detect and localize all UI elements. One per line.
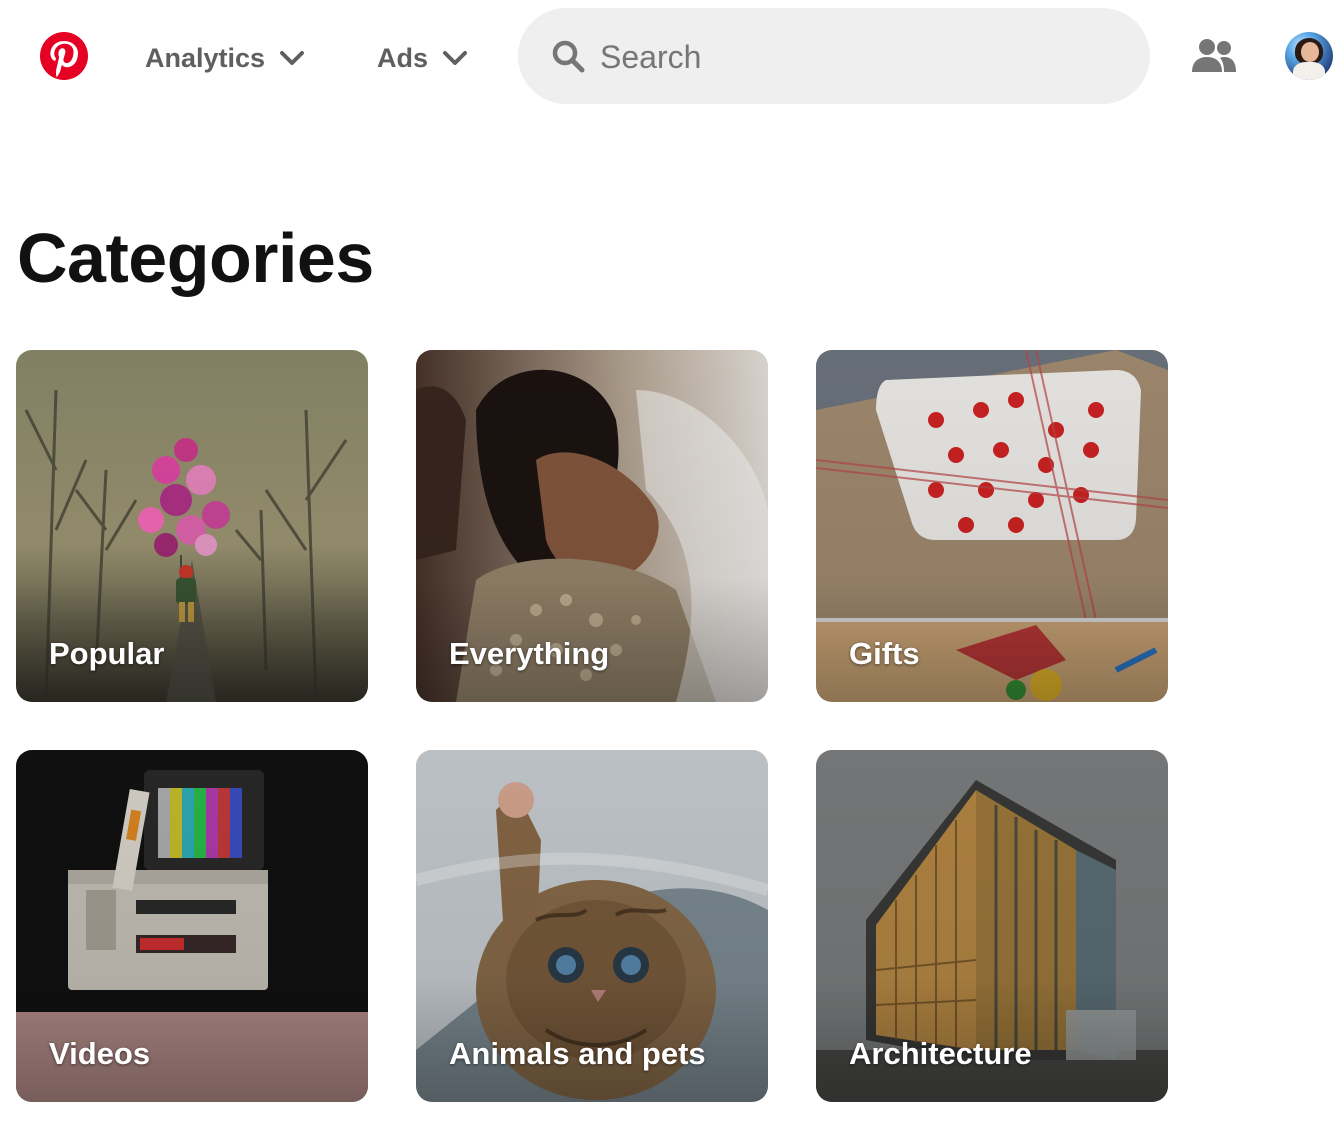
people-icon[interactable] <box>1190 36 1238 76</box>
category-label: Animals and pets <box>449 1036 706 1071</box>
ads-menu-label: Ads <box>377 42 429 73</box>
category-label: Videos <box>49 1036 151 1071</box>
category-tile-gifts[interactable]: Gifts <box>816 350 1168 702</box>
top-nav-bar: Analytics Ads <box>0 0 1344 112</box>
search-icon <box>552 40 585 73</box>
pinterest-logo-icon[interactable] <box>40 32 88 80</box>
analytics-menu[interactable]: Analytics <box>145 38 305 78</box>
category-tile-animals-and-pets[interactable]: Animals and pets <box>416 750 768 1102</box>
chevron-down-icon <box>443 51 468 65</box>
page-title: Categories <box>17 219 374 297</box>
analytics-menu-label: Analytics <box>145 42 266 73</box>
search-bar[interactable] <box>518 8 1150 104</box>
category-tile-videos[interactable]: Videos <box>16 750 368 1102</box>
search-input[interactable] <box>598 32 1122 82</box>
category-tile-popular[interactable]: Popular <box>16 350 368 702</box>
category-label: Gifts <box>849 636 920 671</box>
avatar-face <box>1301 42 1319 62</box>
page: Analytics Ads Search Categories Popular … <box>0 0 1344 1134</box>
chevron-down-icon <box>280 51 305 65</box>
category-tile-architecture[interactable]: Architecture <box>816 750 1168 1102</box>
avatar[interactable] <box>1285 32 1333 80</box>
category-label: Popular <box>49 636 165 671</box>
category-label: Everything <box>449 636 610 671</box>
ads-menu[interactable]: Ads <box>377 38 468 78</box>
category-label: Architecture <box>849 1036 1032 1071</box>
avatar-body <box>1293 62 1325 80</box>
category-tile-everything[interactable]: Everything <box>416 350 768 702</box>
